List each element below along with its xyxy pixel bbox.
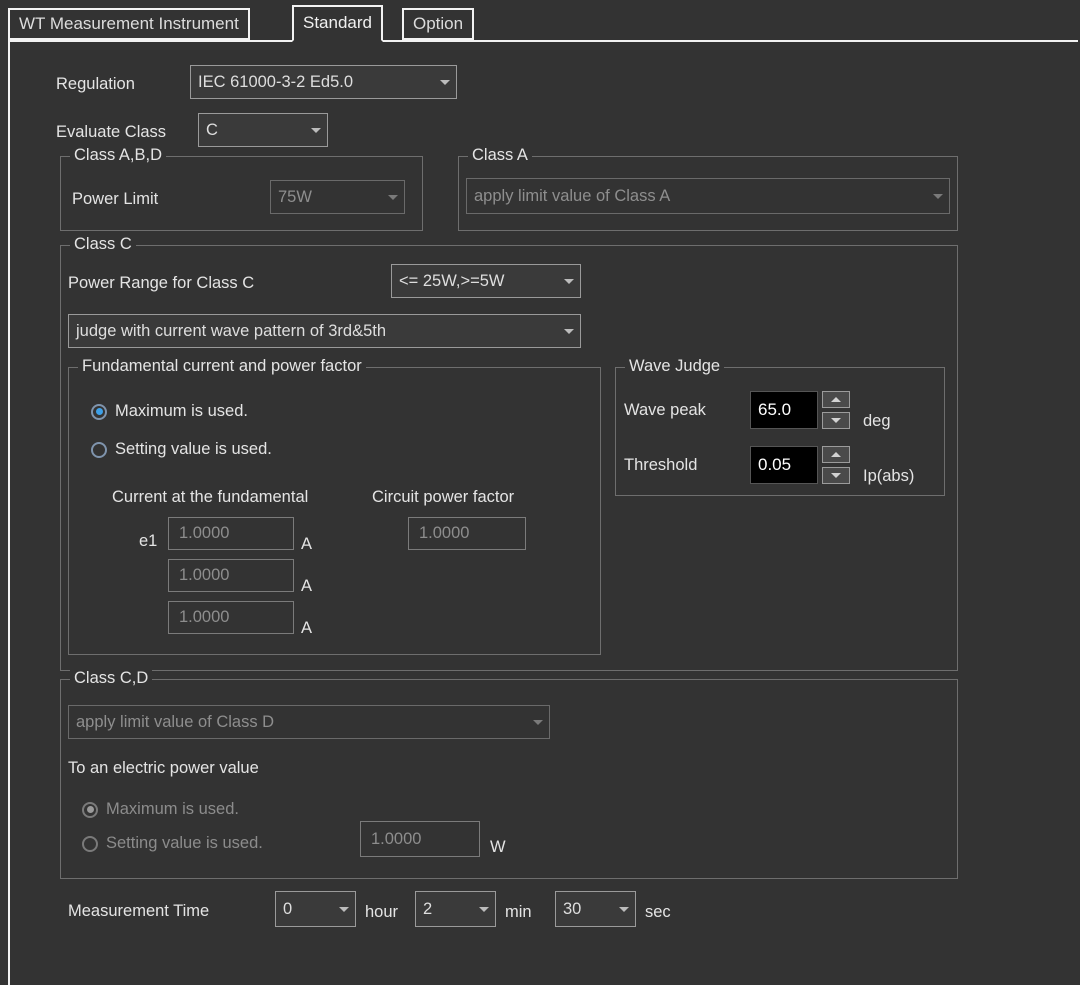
wave-judge-groupbox-title: Wave Judge: [625, 358, 725, 375]
class-cd-radio-maximum[interactable]: Maximum is used.: [82, 800, 239, 819]
measurement-time-hour-combo[interactable]: 0: [275, 891, 356, 927]
class-cd-power-input[interactable]: 1.0000: [360, 821, 480, 857]
class-cd-radio-setting-label: Setting value is used.: [106, 834, 263, 852]
wave-peak-unit: deg: [863, 412, 891, 430]
standard-tab-panel: Regulation IEC 61000-3-2 Ed5.0 Evaluate …: [10, 42, 1080, 985]
class-abd-groupbox-title: Class A,B,D: [70, 147, 167, 164]
class-cd-limit-combo-value: apply limit value of Class D: [76, 712, 275, 731]
spinner-up-icon[interactable]: [822, 391, 850, 408]
threshold-unit: Ip(abs): [863, 467, 915, 485]
current-fundamental-value-1: 1.0000: [179, 524, 230, 542]
fundamental-radio-maximum[interactable]: Maximum is used.: [91, 402, 248, 421]
current-fundamental-value-2: 1.0000: [179, 566, 230, 584]
class-cd-power-unit: W: [490, 838, 506, 856]
tab-label: Standard: [303, 13, 372, 32]
fundamental-current-groupbox-title: Fundamental current and power factor: [78, 358, 366, 375]
evaluate-class-label: Evaluate Class: [56, 123, 167, 141]
threshold-value[interactable]: 0.05: [750, 446, 818, 484]
regulation-label: Regulation: [56, 75, 135, 93]
wave-peak-label: Wave peak: [624, 401, 706, 419]
tab-label: WT Measurement Instrument: [19, 14, 239, 33]
radio-dot-icon: [82, 801, 98, 818]
power-range-combo-value: <= 25W,>=5W: [399, 271, 505, 290]
radio-dot-icon: [91, 403, 107, 420]
chevron-down-icon: [558, 328, 580, 334]
judge-mode-combo-value: judge with current wave pattern of 3rd&5…: [76, 321, 387, 340]
fundamental-radio-setting[interactable]: Setting value is used.: [91, 440, 272, 459]
measurement-time-min-value: 2: [423, 899, 433, 918]
chevron-down-icon: [434, 79, 456, 85]
measurement-time-sec-combo[interactable]: 30: [555, 891, 636, 927]
current-at-fundamental-label: Current at the fundamental: [112, 488, 309, 506]
wave-peak-spinner[interactable]: 65.0: [750, 391, 850, 429]
fundamental-radio-maximum-label: Maximum is used.: [115, 402, 248, 420]
circuit-power-factor-value: 1.0000: [419, 524, 470, 542]
power-limit-combo-value: 75W: [278, 187, 312, 206]
radio-dot-icon: [82, 835, 98, 852]
measurement-time-sec-value: 30: [563, 899, 582, 918]
measurement-time-label: Measurement Time: [68, 902, 210, 920]
evaluate-class-combo[interactable]: C: [198, 113, 328, 147]
threshold-label: Threshold: [624, 456, 698, 474]
class-a-groupbox-title: Class A: [468, 147, 532, 164]
current-fundamental-input-3[interactable]: 1.0000: [168, 601, 294, 634]
measurement-time-hour-value: 0: [283, 899, 293, 918]
chevron-down-icon: [333, 906, 355, 912]
circuit-power-factor-input[interactable]: 1.0000: [408, 517, 526, 550]
class-a-limit-combo[interactable]: apply limit value of Class A: [466, 178, 950, 214]
tab-label: Option: [413, 14, 464, 33]
spinner-down-icon[interactable]: [822, 467, 850, 484]
measurement-time-sec-unit: sec: [645, 903, 671, 921]
evaluate-class-combo-value: C: [206, 120, 218, 139]
circuit-power-factor-label: Circuit power factor: [372, 488, 515, 506]
current-unit-3: A: [301, 619, 313, 637]
measurement-time-hour-unit: hour: [365, 903, 399, 921]
power-limit-label: Power Limit: [72, 190, 159, 208]
wave-peak-value[interactable]: 65.0: [750, 391, 818, 429]
class-cd-radio-setting[interactable]: Setting value is used.: [82, 834, 263, 853]
current-unit-1: A: [301, 535, 313, 553]
measurement-time-min-unit: min: [505, 903, 532, 921]
current-fundamental-input-2[interactable]: 1.0000: [168, 559, 294, 592]
regulation-combo-value: IEC 61000-3-2 Ed5.0: [198, 72, 354, 91]
tab-option[interactable]: Option: [402, 8, 475, 40]
threshold-spinner[interactable]: 0.05: [750, 446, 850, 484]
class-cd-radio-maximum-label: Maximum is used.: [106, 800, 239, 818]
class-cd-limit-combo[interactable]: apply limit value of Class D: [68, 705, 550, 739]
current-fundamental-value-3: 1.0000: [179, 608, 230, 626]
chevron-down-icon: [927, 193, 949, 199]
class-cd-groupbox-title: Class C,D: [70, 670, 153, 687]
power-limit-combo[interactable]: 75W: [270, 180, 405, 214]
power-range-label: Power Range for Class C: [68, 274, 255, 292]
chevron-down-icon: [527, 719, 549, 725]
radio-dot-icon: [91, 441, 107, 458]
tab-standard[interactable]: Standard: [292, 5, 383, 42]
e1-label: e1: [139, 532, 158, 550]
regulation-combo[interactable]: IEC 61000-3-2 Ed5.0: [190, 65, 457, 99]
class-c-groupbox-title: Class C: [70, 236, 136, 253]
current-unit-2: A: [301, 577, 313, 595]
chevron-down-icon: [473, 906, 495, 912]
class-cd-power-value: 1.0000: [371, 829, 422, 848]
fundamental-radio-setting-label: Setting value is used.: [115, 440, 272, 458]
tab-wt-measurement-instrument[interactable]: WT Measurement Instrument: [8, 8, 250, 40]
power-range-combo[interactable]: <= 25W,>=5W: [391, 264, 581, 298]
chevron-down-icon: [305, 127, 327, 133]
chevron-down-icon: [613, 906, 635, 912]
spinner-down-icon[interactable]: [822, 412, 850, 429]
tab-strip: WT Measurement Instrument Standard Optio…: [0, 0, 1080, 42]
chevron-down-icon: [382, 194, 404, 200]
electric-power-value-label: To an electric power value: [68, 759, 259, 777]
class-a-limit-combo-value: apply limit value of Class A: [474, 186, 671, 205]
measurement-time-min-combo[interactable]: 2: [415, 891, 496, 927]
chevron-down-icon: [558, 278, 580, 284]
spinner-up-icon[interactable]: [822, 446, 850, 463]
current-fundamental-input-1[interactable]: 1.0000: [168, 517, 294, 550]
judge-mode-combo[interactable]: judge with current wave pattern of 3rd&5…: [68, 314, 581, 348]
